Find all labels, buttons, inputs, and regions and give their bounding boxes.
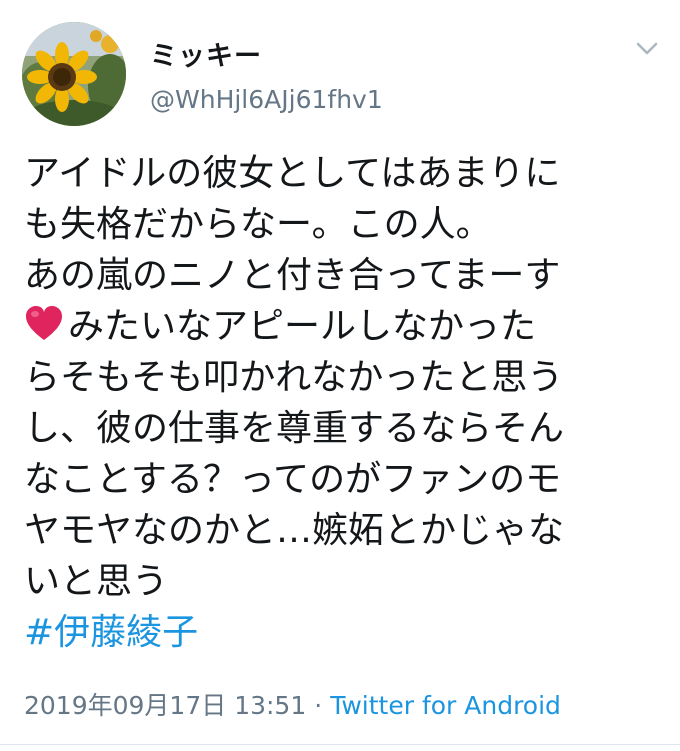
- tweet-text-line: なことする？ってのがファンのモ: [24, 459, 562, 500]
- sunflower-avatar-icon: [22, 22, 126, 126]
- tweet-text-line-text: みたいなアピールしなかった: [68, 306, 537, 347]
- tweet-text-line: らそもそも叩かれなかったと思う: [24, 357, 564, 398]
- hashtag-link[interactable]: #伊藤綾子: [24, 612, 198, 653]
- user-handle[interactable]: @WhHjl6AJj61fhv1: [150, 85, 383, 114]
- chevron-down-icon[interactable]: [634, 38, 660, 58]
- tweet-meta: 2019年09月17日 13:51 · Twitter for Android: [24, 686, 561, 722]
- divider: [0, 744, 680, 745]
- tweet-text-line: いと思う: [24, 561, 169, 602]
- tweet-text-line: アイドルの彼女としてはあまりに: [24, 153, 561, 194]
- tweet-text-line: あの嵐のニノと付き合ってまーす: [24, 255, 561, 296]
- red-heart-icon: [24, 305, 64, 343]
- tweet-text-line-with-emoji: みたいなアピールしなかった: [24, 301, 664, 352]
- tweet-card: ミッキー @WhHjl6AJj61fhv1 アイドルの彼女としてはあまりに も失…: [0, 0, 680, 751]
- tweet-text-line: も失格だからなー。この人。: [24, 204, 492, 245]
- meta-separator: ·: [314, 691, 323, 720]
- tweet-text-line: し、彼の仕事を尊重するならそん: [24, 408, 565, 449]
- avatar[interactable]: [22, 22, 126, 126]
- timestamp[interactable]: 2019年09月17日 13:51: [24, 691, 306, 720]
- source-link[interactable]: Twitter for Android: [330, 691, 561, 720]
- tweet-text: アイドルの彼女としてはあまりに も失格だからなー。この人。 あの嵐のニノと付き合…: [24, 148, 664, 658]
- tweet-text-line: ヤモヤなのかと…嫉妬とかじゃな: [24, 510, 565, 551]
- hashtag-line: #伊藤綾子: [24, 607, 664, 658]
- display-name[interactable]: ミッキー: [150, 34, 262, 73]
